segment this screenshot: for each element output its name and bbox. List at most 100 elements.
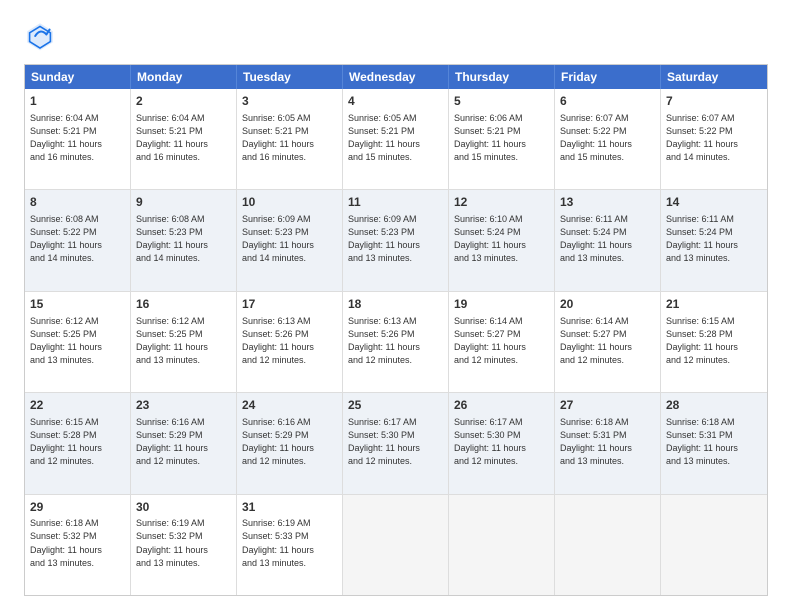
calendar-row-2: 15 Sunrise: 6:12 AMSunset: 5:25 PMDayligh… <box>25 291 767 392</box>
day-cell-30: 30Sunrise: 6:19 AMSunset: 5:32 PMDayligh… <box>131 495 237 595</box>
day-cell-19: 19 Sunrise: 6:14 AMSunset: 5:27 PMDayligh… <box>449 292 555 392</box>
cell-details: Sunrise: 6:05 AMSunset: 5:21 PMDaylight:… <box>242 112 337 164</box>
day-number: 30 <box>136 499 231 516</box>
header-day-sunday: Sunday <box>25 65 131 89</box>
cell-details: Sunrise: 6:19 AMSunset: 5:33 PMDaylight:… <box>242 517 337 569</box>
calendar-row-3: 22 Sunrise: 6:15 AMSunset: 5:28 PMDayligh… <box>25 392 767 493</box>
cell-details: Sunrise: 6:16 AMSunset: 5:29 PMDaylight:… <box>136 416 231 468</box>
day-number: 22 <box>30 397 125 414</box>
cell-details: Sunrise: 6:05 AMSunset: 5:21 PMDaylight:… <box>348 112 443 164</box>
cell-details: Sunrise: 6:13 AMSunset: 5:26 PMDaylight:… <box>242 315 337 367</box>
day-number: 29 <box>30 499 125 516</box>
day-cell-7: 7 Sunrise: 6:07 AMSunset: 5:22 PMDaylight… <box>661 89 767 189</box>
day-cell-15: 15Sunrise: 6:12 AMSunset: 5:25 PMDayligh… <box>25 292 131 392</box>
cell-details: Sunrise: 6:10 AMSunset: 5:24 PMDaylight:… <box>454 213 549 265</box>
day-cell-11: 11Sunrise: 6:09 AMSunset: 5:23 PMDayligh… <box>343 190 449 290</box>
logo <box>24 20 62 52</box>
day-cell-23: 23 Sunrise: 6:16 AMSunset: 5:29 PMDayligh… <box>131 393 237 493</box>
calendar: SundayMondayTuesdayWednesdayThursdayFrid… <box>24 64 768 596</box>
header-day-friday: Friday <box>555 65 661 89</box>
cell-details: Sunrise: 6:11 AMSunset: 5:24 PMDaylight:… <box>560 213 655 265</box>
day-cell-10: 10 Sunrise: 6:09 AMSunset: 5:23 PMDayligh… <box>237 190 343 290</box>
day-cell-24: 24 Sunrise: 6:16 AMSunset: 5:29 PMDayligh… <box>237 393 343 493</box>
cell-details: Sunrise: 6:19 AMSunset: 5:32 PMDaylight:… <box>136 517 231 569</box>
cell-details: Sunrise: 6:04 AMSunset: 5:21 PMDaylight:… <box>136 112 231 164</box>
cell-details: Sunrise: 6:14 AMSunset: 5:27 PMDaylight:… <box>560 315 655 367</box>
cell-details: Sunrise: 6:07 AMSunset: 5:22 PMDaylight:… <box>560 112 655 164</box>
cell-details: Sunrise: 6:17 AMSunset: 5:30 PMDaylight:… <box>348 416 443 468</box>
day-cell-5: 5 Sunrise: 6:06 AMSunset: 5:21 PMDaylight… <box>449 89 555 189</box>
day-cell-2: 2 Sunrise: 6:04 AMSunset: 5:21 PMDaylight… <box>131 89 237 189</box>
day-cell-22: 22 Sunrise: 6:15 AMSunset: 5:28 PMDayligh… <box>25 393 131 493</box>
header-day-saturday: Saturday <box>661 65 767 89</box>
day-cell-25: 25Sunrise: 6:17 AMSunset: 5:30 PMDayligh… <box>343 393 449 493</box>
header-day-monday: Monday <box>131 65 237 89</box>
day-number: 20 <box>560 296 655 313</box>
day-number: 19 <box>454 296 549 313</box>
day-cell-3: 3Sunrise: 6:05 AMSunset: 5:21 PMDaylight… <box>237 89 343 189</box>
day-number: 15 <box>30 296 125 313</box>
header-day-wednesday: Wednesday <box>343 65 449 89</box>
calendar-body: 1 Sunrise: 6:04 AMSunset: 5:21 PMDaylight… <box>25 89 767 595</box>
day-number: 21 <box>666 296 762 313</box>
cell-details: Sunrise: 6:14 AMSunset: 5:27 PMDaylight:… <box>454 315 549 367</box>
header <box>24 20 768 52</box>
cell-details: Sunrise: 6:18 AMSunset: 5:32 PMDaylight:… <box>30 517 125 569</box>
cell-details: Sunrise: 6:09 AMSunset: 5:23 PMDaylight:… <box>242 213 337 265</box>
cell-details: Sunrise: 6:18 AMSunset: 5:31 PMDaylight:… <box>666 416 762 468</box>
day-number: 2 <box>136 93 231 110</box>
cell-details: Sunrise: 6:16 AMSunset: 5:29 PMDaylight:… <box>242 416 337 468</box>
cell-details: Sunrise: 6:12 AMSunset: 5:25 PMDaylight:… <box>136 315 231 367</box>
day-cell-12: 12 Sunrise: 6:10 AMSunset: 5:24 PMDayligh… <box>449 190 555 290</box>
cell-details: Sunrise: 6:18 AMSunset: 5:31 PMDaylight:… <box>560 416 655 468</box>
day-cell-31: 31Sunrise: 6:19 AMSunset: 5:33 PMDayligh… <box>237 495 343 595</box>
day-cell-14: 14Sunrise: 6:11 AMSunset: 5:24 PMDayligh… <box>661 190 767 290</box>
page: SundayMondayTuesdayWednesdayThursdayFrid… <box>0 0 792 612</box>
cell-details: Sunrise: 6:06 AMSunset: 5:21 PMDaylight:… <box>454 112 549 164</box>
cell-details: Sunrise: 6:13 AMSunset: 5:26 PMDaylight:… <box>348 315 443 367</box>
empty-cell <box>449 495 555 595</box>
day-cell-27: 27 Sunrise: 6:18 AMSunset: 5:31 PMDayligh… <box>555 393 661 493</box>
cell-details: Sunrise: 6:07 AMSunset: 5:22 PMDaylight:… <box>666 112 762 164</box>
header-day-thursday: Thursday <box>449 65 555 89</box>
day-number: 5 <box>454 93 549 110</box>
day-number: 18 <box>348 296 443 313</box>
day-number: 16 <box>136 296 231 313</box>
header-day-tuesday: Tuesday <box>237 65 343 89</box>
day-cell-29: 29Sunrise: 6:18 AMSunset: 5:32 PMDayligh… <box>25 495 131 595</box>
day-number: 7 <box>666 93 762 110</box>
day-cell-13: 13 Sunrise: 6:11 AMSunset: 5:24 PMDayligh… <box>555 190 661 290</box>
day-number: 1 <box>30 93 125 110</box>
empty-cell <box>661 495 767 595</box>
day-number: 13 <box>560 194 655 211</box>
calendar-row-0: 1 Sunrise: 6:04 AMSunset: 5:21 PMDaylight… <box>25 89 767 189</box>
day-number: 8 <box>30 194 125 211</box>
cell-details: Sunrise: 6:15 AMSunset: 5:28 PMDaylight:… <box>30 416 125 468</box>
day-number: 31 <box>242 499 337 516</box>
calendar-header: SundayMondayTuesdayWednesdayThursdayFrid… <box>25 65 767 89</box>
logo-icon <box>24 20 56 52</box>
day-cell-28: 28Sunrise: 6:18 AMSunset: 5:31 PMDayligh… <box>661 393 767 493</box>
day-number: 9 <box>136 194 231 211</box>
day-number: 27 <box>560 397 655 414</box>
day-number: 4 <box>348 93 443 110</box>
day-cell-9: 9Sunrise: 6:08 AMSunset: 5:23 PMDaylight… <box>131 190 237 290</box>
cell-details: Sunrise: 6:04 AMSunset: 5:21 PMDaylight:… <box>30 112 125 164</box>
day-cell-21: 21Sunrise: 6:15 AMSunset: 5:28 PMDayligh… <box>661 292 767 392</box>
day-number: 23 <box>136 397 231 414</box>
empty-cell <box>555 495 661 595</box>
day-number: 24 <box>242 397 337 414</box>
day-number: 10 <box>242 194 337 211</box>
day-cell-26: 26Sunrise: 6:17 AMSunset: 5:30 PMDayligh… <box>449 393 555 493</box>
calendar-row-1: 8 Sunrise: 6:08 AMSunset: 5:22 PMDaylight… <box>25 189 767 290</box>
calendar-row-4: 29Sunrise: 6:18 AMSunset: 5:32 PMDayligh… <box>25 494 767 595</box>
day-cell-1: 1 Sunrise: 6:04 AMSunset: 5:21 PMDaylight… <box>25 89 131 189</box>
day-cell-18: 18 Sunrise: 6:13 AMSunset: 5:26 PMDayligh… <box>343 292 449 392</box>
day-cell-17: 17Sunrise: 6:13 AMSunset: 5:26 PMDayligh… <box>237 292 343 392</box>
day-cell-8: 8 Sunrise: 6:08 AMSunset: 5:22 PMDaylight… <box>25 190 131 290</box>
day-number: 12 <box>454 194 549 211</box>
day-cell-20: 20 Sunrise: 6:14 AMSunset: 5:27 PMDayligh… <box>555 292 661 392</box>
day-number: 26 <box>454 397 549 414</box>
cell-details: Sunrise: 6:11 AMSunset: 5:24 PMDaylight:… <box>666 213 762 265</box>
cell-details: Sunrise: 6:08 AMSunset: 5:22 PMDaylight:… <box>30 213 125 265</box>
